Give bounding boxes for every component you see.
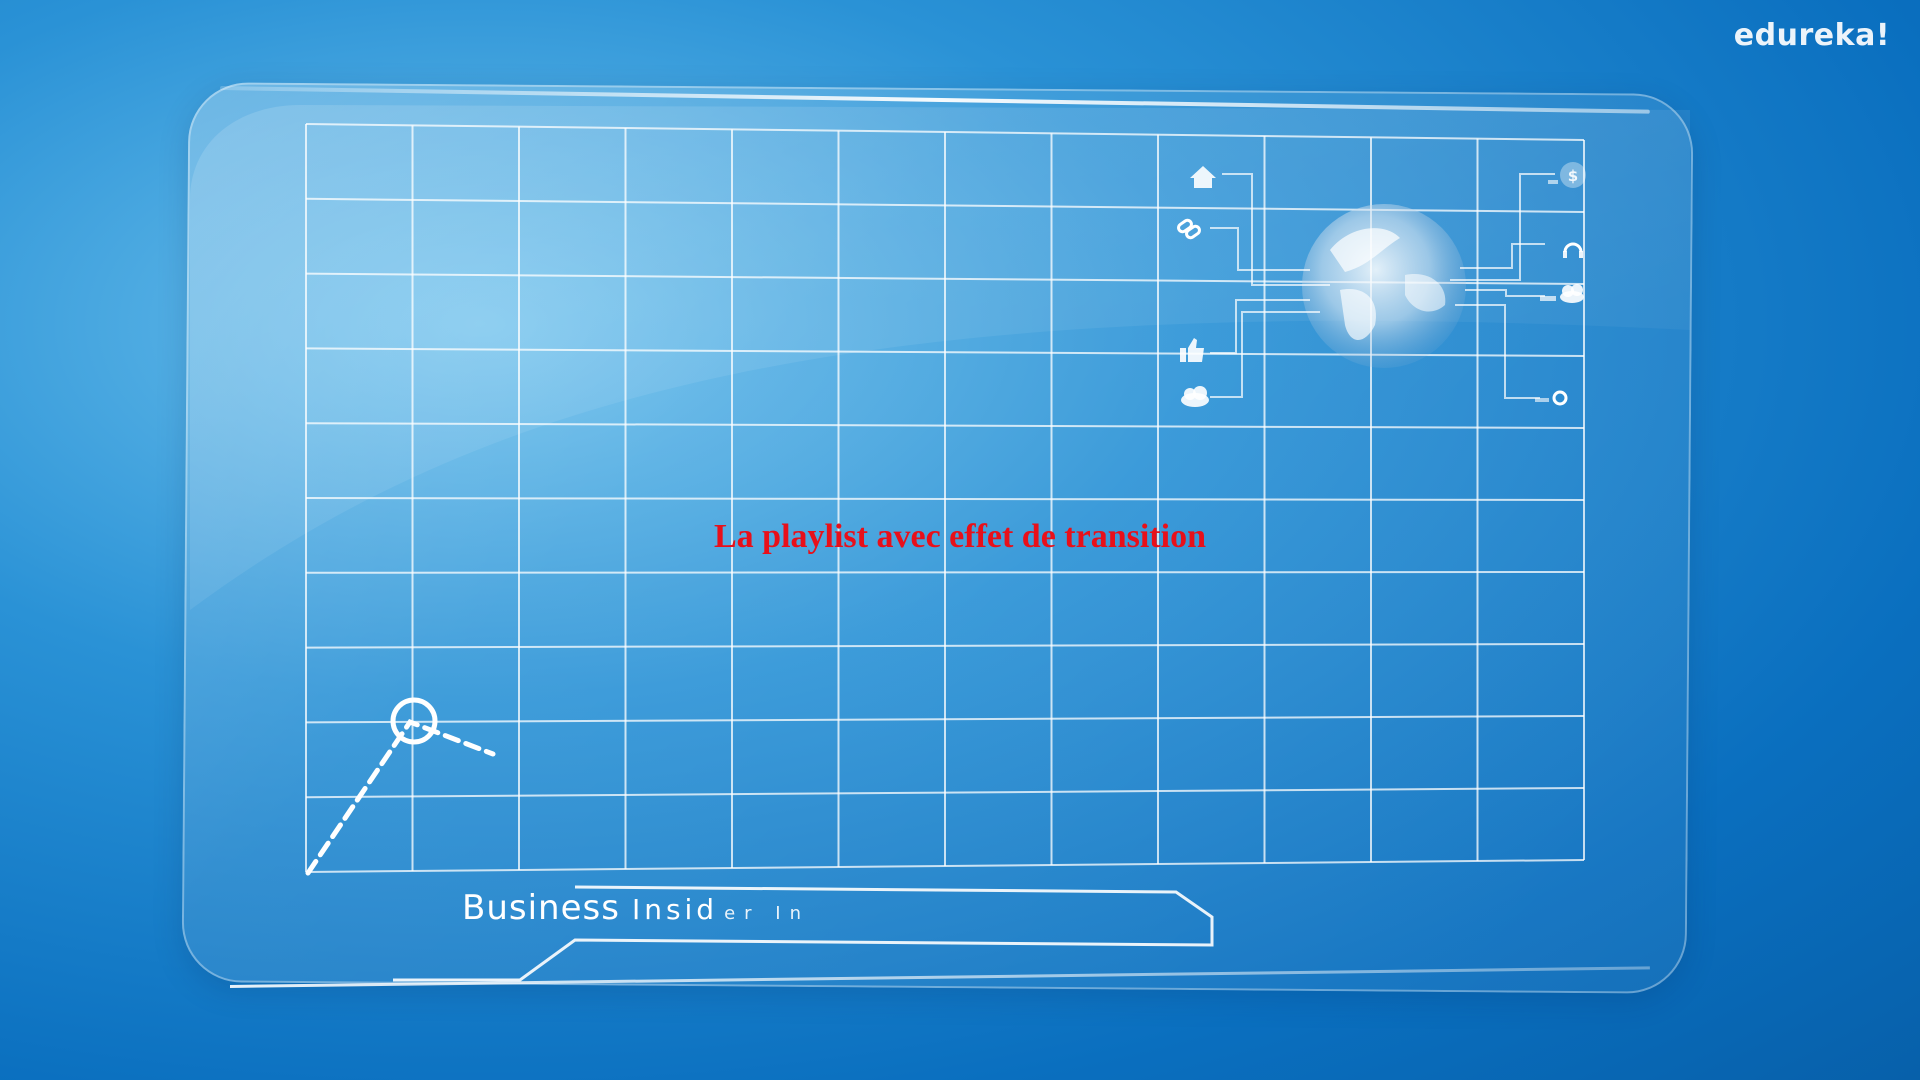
thumbs-up-icon	[1180, 338, 1204, 362]
brand-logo: edureka!	[1733, 18, 1890, 53]
grid-line-horizontal	[305, 497, 1585, 501]
caption-word-3: er In	[724, 903, 811, 924]
cloud-icon	[1181, 386, 1209, 407]
grid-line-horizontal	[305, 571, 1585, 574]
circle-icon	[1535, 390, 1568, 406]
overlay-title: La playlist avec effet de transition	[714, 518, 1206, 555]
caption-word-1: Business	[462, 888, 620, 928]
trend-line	[305, 697, 496, 876]
caption-word-2: Insid	[631, 893, 719, 926]
lower-third-caption: Business Insid er In	[462, 888, 810, 928]
svg-text:$: $	[1568, 167, 1578, 185]
